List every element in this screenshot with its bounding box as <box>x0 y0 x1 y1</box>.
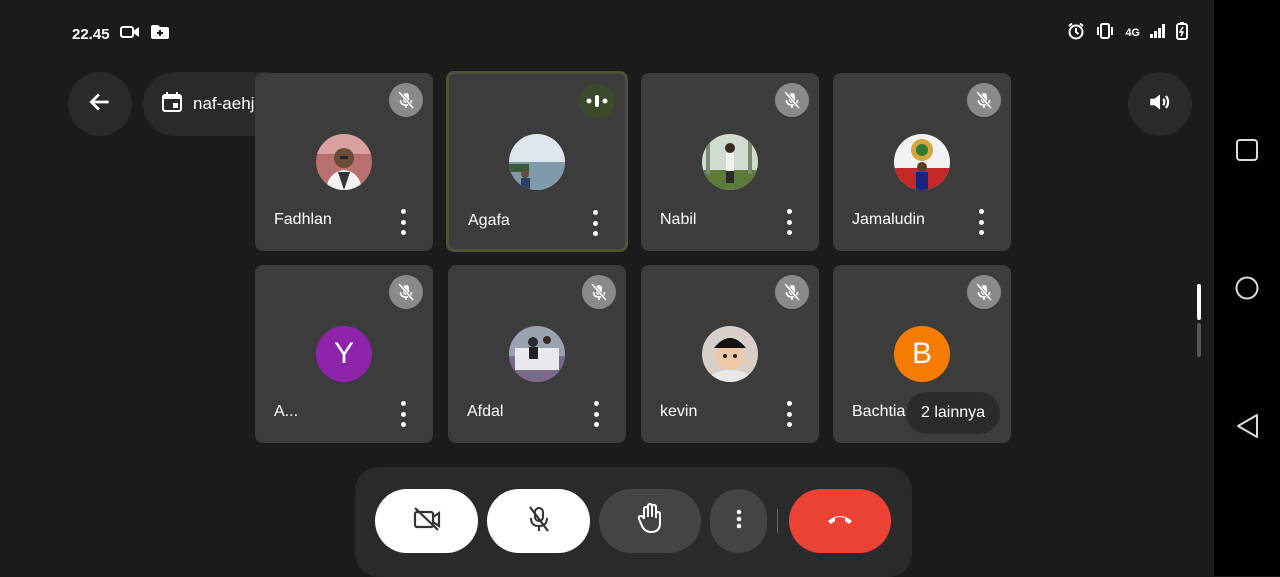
avatar-letter: Y <box>316 326 372 382</box>
avatar-letter: B <box>894 326 950 382</box>
mic-off-icon <box>775 83 809 117</box>
calendar-icon <box>161 91 183 118</box>
participant-name: Fadhlan <box>274 211 332 228</box>
signal-icon <box>1150 24 1166 41</box>
more-vert-icon[interactable] <box>588 401 604 427</box>
arrow-back-icon <box>87 89 113 120</box>
avatar <box>509 134 565 190</box>
mic-off-icon <box>582 275 616 309</box>
avatar <box>509 326 565 382</box>
end-call-button[interactable] <box>789 489 891 553</box>
recents-icon[interactable] <box>1234 137 1260 168</box>
video-recording-icon <box>119 24 140 44</box>
participant-tile[interactable]: Nabil <box>641 73 819 251</box>
end-call-icon <box>826 512 854 531</box>
battery-icon <box>1176 22 1188 43</box>
mic-off-icon <box>526 505 552 538</box>
camera-off-icon <box>412 506 442 537</box>
more-vert-icon[interactable] <box>973 209 989 235</box>
mic-off-icon <box>389 83 423 117</box>
back-button[interactable] <box>68 72 132 136</box>
participant-name: Bachtiar <box>852 403 911 420</box>
participant-name: A... <box>274 403 299 420</box>
home-icon[interactable] <box>1234 275 1260 306</box>
camera-toggle-button[interactable] <box>375 489 478 553</box>
alarm-icon <box>1067 22 1085 43</box>
participant-name: Nabil <box>660 211 697 228</box>
mic-off-icon <box>967 275 1001 309</box>
audio-output-button[interactable] <box>1128 72 1192 136</box>
participant-name: kevin <box>660 403 698 420</box>
raise-hand-button[interactable] <box>599 489 701 553</box>
more-vert-icon[interactable] <box>395 401 411 427</box>
scroll-indicator <box>1197 284 1201 320</box>
network-label: 4G <box>1125 26 1140 39</box>
participant-name: Afdal <box>467 403 504 420</box>
clock: 22.45 <box>72 25 110 43</box>
mic-off-icon <box>389 275 423 309</box>
speaker-icon <box>1147 89 1173 120</box>
participant-tile[interactable]: Jamaludin <box>833 73 1011 251</box>
avatar <box>702 326 758 382</box>
vibrate-icon <box>1095 23 1115 42</box>
raise-hand-icon <box>636 502 664 540</box>
avatar <box>702 134 758 190</box>
more-options-button[interactable] <box>710 489 767 553</box>
participant-tile[interactable]: Fadhlan <box>255 73 433 251</box>
avatar <box>894 134 950 190</box>
system-navigation-bar <box>1214 0 1280 576</box>
more-vert-icon <box>736 509 742 534</box>
mic-toggle-button[interactable] <box>487 489 590 553</box>
folder-icon <box>150 24 170 44</box>
divider <box>777 509 778 533</box>
participant-tile[interactable]: kevin <box>641 265 819 443</box>
more-vert-icon[interactable] <box>395 209 411 235</box>
status-bar-right: 4G <box>1067 22 1188 43</box>
participant-name: Agafa <box>468 212 510 229</box>
mic-off-icon <box>775 275 809 309</box>
more-vert-icon[interactable] <box>781 209 797 235</box>
more-vert-icon[interactable] <box>781 401 797 427</box>
others-label: 2 lainnya <box>921 404 986 421</box>
avatar <box>316 134 372 190</box>
mic-off-icon <box>967 83 1001 117</box>
status-bar-left: 22.45 <box>72 24 170 44</box>
more-vert-icon[interactable] <box>587 210 603 236</box>
participant-name: Jamaludin <box>852 211 925 228</box>
scroll-track <box>1197 323 1201 357</box>
speaking-indicator-icon <box>579 84 615 118</box>
back-nav-icon[interactable] <box>1234 412 1260 445</box>
participant-tile[interactable]: Y A... <box>255 265 433 443</box>
others-count-button[interactable]: 2 lainnya <box>906 392 1001 434</box>
participant-tile-active[interactable]: Agafa <box>446 71 628 252</box>
participant-tile[interactable]: Afdal <box>448 265 626 443</box>
